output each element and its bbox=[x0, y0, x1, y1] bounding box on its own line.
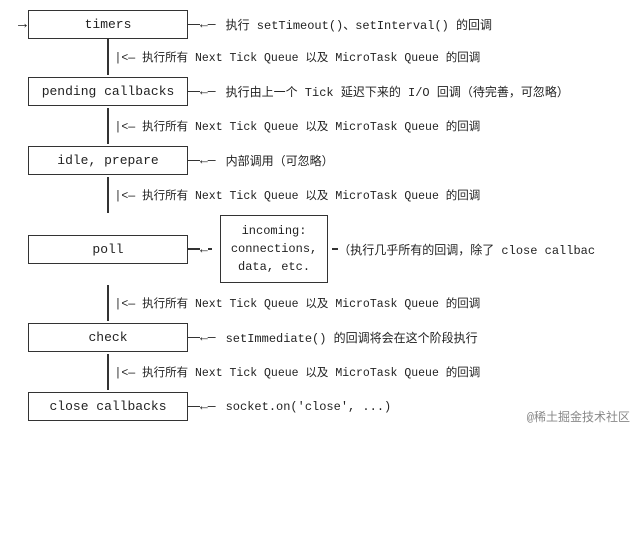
tick-label-3: |<— 执行所有 Next Tick Queue 以及 MicroTask Qu… bbox=[115, 187, 481, 203]
watermark-text: @稀土掘金技术社区 bbox=[527, 411, 630, 425]
pending-callbacks-annotation: 执行由上一个 Tick 延迟下来的 I/O 回调（待完善，可忽略） bbox=[226, 83, 569, 100]
check-box: check bbox=[28, 323, 188, 352]
tick-label-5: |<— 执行所有 Next Tick Queue 以及 MicroTask Qu… bbox=[115, 364, 481, 380]
loop-arrow-wrap: → bbox=[10, 16, 28, 33]
timers-annotation: 执行 setTimeout()、setInterval() 的回调 bbox=[226, 16, 492, 33]
tick-queue-5: |<— 执行所有 Next Tick Queue 以及 MicroTask Qu… bbox=[28, 354, 630, 390]
check-group: check ←— setImmediate() 的回调将会在这个阶段执行 bbox=[10, 321, 630, 354]
timers-row: → timers ←— 执行 setTimeout()、setInterval(… bbox=[10, 10, 630, 39]
arrow-head-icon: ←— bbox=[200, 17, 216, 32]
timers-group: → timers ←— 执行 setTimeout()、setInterval(… bbox=[10, 10, 630, 39]
check-label: check bbox=[88, 330, 127, 345]
poll-label: poll bbox=[92, 242, 123, 257]
idle-prepare-row: idle, prepare ←— 内部调用（可忽略） bbox=[10, 146, 630, 175]
check-arrow: ←— bbox=[188, 330, 216, 345]
check-row: check ←— setImmediate() 的回调将会在这个阶段执行 bbox=[10, 323, 630, 352]
incoming-label: incoming:connections,data, etc. bbox=[231, 224, 317, 274]
poll-area: poll ← incoming:connections,data, etc. （… bbox=[28, 215, 630, 283]
pending-callbacks-group: pending callbacks ←— 执行由上一个 Tick 延迟下来的 I… bbox=[10, 75, 630, 108]
idle-prepare-group: idle, prepare ←— 内部调用（可忽略） bbox=[10, 144, 630, 177]
tick-queue-4: |<— 执行所有 Next Tick Queue 以及 MicroTask Qu… bbox=[28, 285, 630, 321]
tick-label-1: |<— 执行所有 Next Tick Queue 以及 MicroTask Qu… bbox=[115, 49, 481, 65]
arrow-head-icon-4: ←— bbox=[200, 330, 216, 345]
arrow-head-icon-5: ←— bbox=[200, 399, 216, 414]
close-callbacks-annotation: socket.on('close', ...) bbox=[226, 400, 392, 414]
tick-queue-1: |<— 执行所有 Next Tick Queue 以及 MicroTask Qu… bbox=[28, 39, 630, 75]
loop-arrow-icon: → bbox=[18, 16, 27, 33]
pending-callbacks-arrow: ←— bbox=[188, 84, 216, 99]
idle-prepare-annotation: 内部调用（可忽略） bbox=[226, 152, 334, 169]
tick-label-4: |<— 执行所有 Next Tick Queue 以及 MicroTask Qu… bbox=[115, 295, 481, 311]
tick-queue-3: |<— 执行所有 Next Tick Queue 以及 MicroTask Qu… bbox=[28, 177, 630, 213]
timers-box: timers bbox=[28, 10, 188, 39]
idle-prepare-box: idle, prepare bbox=[28, 146, 188, 175]
pending-callbacks-box: pending callbacks bbox=[28, 77, 188, 106]
check-annotation: setImmediate() 的回调将会在这个阶段执行 bbox=[226, 329, 478, 346]
timers-label: timers bbox=[85, 17, 132, 32]
poll-annotation-connector: （执行几乎所有的回调，除了 close callbac bbox=[332, 241, 595, 258]
tick-queue-2: |<— 执行所有 Next Tick Queue 以及 MicroTask Qu… bbox=[28, 108, 630, 144]
poll-arrow-icon: ← bbox=[200, 242, 208, 257]
diagram: → timers ←— 执行 setTimeout()、setInterval(… bbox=[0, 0, 640, 433]
poll-box: poll bbox=[28, 235, 188, 264]
idle-prepare-arrow: ←— bbox=[188, 153, 216, 168]
tick-label-2: |<— 执行所有 Next Tick Queue 以及 MicroTask Qu… bbox=[115, 118, 481, 134]
watermark: @稀土掘金技术社区 bbox=[527, 408, 630, 425]
close-callbacks-box: close callbacks bbox=[28, 392, 188, 421]
poll-group: poll ← incoming:connections,data, etc. （… bbox=[10, 213, 630, 285]
incoming-box: incoming:connections,data, etc. bbox=[220, 215, 328, 283]
poll-annotation: （执行几乎所有的回调，除了 close callbac bbox=[338, 241, 595, 258]
poll-incoming-connector: ← bbox=[188, 242, 212, 257]
arrow-head-icon-3: ←— bbox=[200, 153, 216, 168]
close-callbacks-label: close callbacks bbox=[49, 399, 166, 414]
idle-prepare-label: idle, prepare bbox=[57, 153, 158, 168]
timers-arrow: ←— bbox=[188, 17, 216, 32]
close-callbacks-arrow: ←— bbox=[188, 399, 216, 414]
pending-callbacks-label: pending callbacks bbox=[42, 84, 175, 99]
arrow-head-icon-2: ←— bbox=[200, 84, 216, 99]
pending-callbacks-row: pending callbacks ←— 执行由上一个 Tick 延迟下来的 I… bbox=[10, 77, 630, 106]
